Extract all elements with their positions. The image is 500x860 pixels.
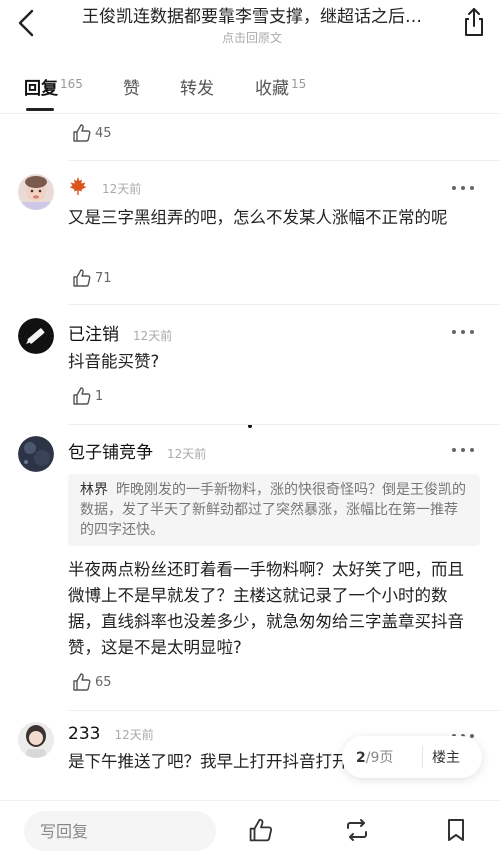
avatar[interactable] <box>18 174 54 210</box>
maple-leaf-icon <box>69 177 87 195</box>
title-area[interactable]: 王俊凯连数据都要靠李雪支撑，继超话之后… 点击回原文 <box>62 6 442 46</box>
avatar[interactable] <box>18 318 54 354</box>
comment-author[interactable]: 包子铺竞争 12天前 <box>68 438 206 463</box>
current-page: 2 <box>356 750 366 766</box>
tab-replies[interactable]: 回复 165 <box>24 74 83 99</box>
share-icon <box>465 8 483 36</box>
comment-text: 半夜两点粉丝还盯着看一手物料啊？太好笑了吧，而且微博上不是早就发了？主楼这就记录… <box>68 560 464 657</box>
like-post-button[interactable] <box>248 817 274 843</box>
like-button[interactable]: 45 <box>72 121 112 145</box>
thumb-up-icon <box>249 818 272 842</box>
like-button[interactable]: 65 <box>72 670 112 694</box>
comment-text: 抖音能买赞? <box>68 352 160 371</box>
comment-text: 又是三字黑组弄的吧，怎么不发某人涨幅不正常的呢 <box>68 208 448 227</box>
tab-favorites-count: 15 <box>291 77 307 91</box>
tab-replies-count: 165 <box>60 77 83 91</box>
bookmark-icon <box>448 819 464 841</box>
more-options-icon[interactable] <box>452 328 474 336</box>
comment-time: 12天前 <box>133 329 173 343</box>
share-button[interactable] <box>460 6 488 38</box>
comment-author[interactable]: 233 12天前 <box>68 724 154 744</box>
pencil-avatar-image <box>18 318 54 354</box>
tab-likes-label: 赞 <box>123 79 140 99</box>
like-count: 45 <box>95 125 112 141</box>
comment-time: 12天前 <box>167 447 207 461</box>
repost-button[interactable] <box>344 817 370 843</box>
back-to-original-link[interactable]: 点击回原文 <box>62 30 442 46</box>
tab-reposts-label: 转发 <box>180 79 214 99</box>
thumb-up-icon <box>73 387 91 405</box>
back-button[interactable] <box>14 8 42 38</box>
tab-favorites[interactable]: 收藏 15 <box>255 74 306 99</box>
avatar[interactable] <box>18 436 54 472</box>
only-op-button[interactable]: 楼主 <box>432 747 460 767</box>
tab-favorites-label: 收藏 <box>255 79 289 99</box>
like-count: 65 <box>95 674 112 690</box>
page-title: 王俊凯连数据都要靠李雪支撑，继超话之后… <box>82 7 422 27</box>
tab-reposts[interactable]: 转发 <box>180 74 214 99</box>
comment-author[interactable]: 12天前 <box>68 176 141 198</box>
author-name: 包子铺竞争 <box>68 443 153 463</box>
total-pages: /9页 <box>365 750 394 766</box>
like-button[interactable]: 71 <box>72 266 112 290</box>
bottom-toolbar <box>0 800 500 860</box>
quoted-text: 昨晚刚发的一手新物料，涨的快很奇怪吗？倒是王俊凯的数据，发了半天了新鲜劲都过了突… <box>80 482 466 538</box>
divider <box>68 160 500 161</box>
page-navigator: 2/9页 楼主 <box>342 736 482 778</box>
page-indicator[interactable]: 2/9页 <box>356 747 393 767</box>
header: 王俊凯连数据都要靠李雪支撑，继超话之后… 点击回原文 <box>0 0 500 50</box>
like-count: 1 <box>95 388 104 404</box>
thumb-up-icon <box>73 673 91 691</box>
baby-avatar-image <box>18 174 54 210</box>
tab-replies-label: 回复 <box>24 79 58 99</box>
like-button[interactable]: 1 <box>72 384 103 408</box>
portrait-avatar-image <box>18 722 54 758</box>
active-tab-indicator <box>26 108 54 111</box>
bookmark-button[interactable] <box>443 817 469 843</box>
divider <box>68 710 500 711</box>
repost-icon <box>347 819 367 841</box>
tab-likes[interactable]: 赞 <box>123 74 140 99</box>
divider <box>68 424 500 425</box>
comment-author[interactable]: 已注销 12天前 <box>68 320 172 345</box>
thumb-up-icon <box>73 124 91 142</box>
comment-time: 12天前 <box>102 182 142 196</box>
quoted-author: 林界 <box>80 482 108 498</box>
avatar[interactable] <box>18 722 54 758</box>
like-count: 71 <box>95 270 112 286</box>
comment-time: 12天前 <box>114 728 154 742</box>
divider <box>68 304 500 305</box>
quoted-reply[interactable]: 林界 昨晚刚发的一手新物料，涨的快很奇怪吗？倒是王俊凯的数据，发了半天了新鲜劲都过… <box>68 474 480 546</box>
author-name: 已注销 <box>68 325 119 345</box>
more-options-icon[interactable] <box>452 446 474 454</box>
thumb-up-icon <box>73 269 91 287</box>
night-sky-avatar-image <box>18 436 54 472</box>
author-name: 233 <box>68 724 101 744</box>
reply-input[interactable] <box>24 811 216 851</box>
separator <box>422 746 423 768</box>
back-arrow-icon <box>18 9 34 37</box>
tab-bar: 回复 165 赞 转发 收藏 15 <box>0 70 500 114</box>
more-options-icon[interactable] <box>452 184 474 192</box>
